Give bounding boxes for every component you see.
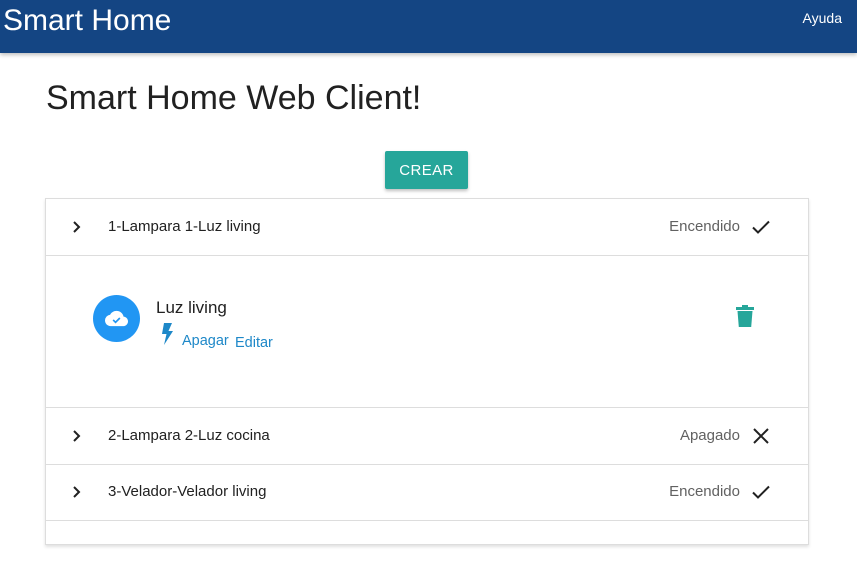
chevron-right-icon (73, 486, 81, 498)
trash-icon[interactable] (736, 305, 754, 327)
device-label: 2-Lampara 2-Luz cocina (108, 427, 270, 444)
device-name: Luz living (156, 298, 227, 317)
device-state-text: Apagado (679, 427, 740, 444)
create-button[interactable]: CREAR (385, 151, 468, 189)
device-row-header[interactable]: 1-Lampara 1-Luz living Encendido (46, 199, 808, 256)
close-icon (753, 428, 769, 444)
device-row-header[interactable]: 3-Velador-Velador living Encendido (46, 464, 808, 521)
device-label: 3-Velador-Velador living (108, 483, 267, 500)
cloud-done-icon (93, 295, 140, 342)
help-link[interactable]: Ayuda (803, 10, 842, 26)
device-state-text: Encendido (669, 483, 740, 500)
device-detail-panel: Luz living Apagar Editar (46, 256, 808, 408)
check-icon (752, 220, 770, 234)
edit-link[interactable]: Editar (235, 335, 273, 351)
device-label: 1-Lampara 1-Luz living (108, 218, 261, 235)
device-row-header[interactable]: 2-Lampara 2-Luz cocina Apagado (46, 408, 808, 465)
chevron-right-icon (73, 221, 81, 233)
device-row-header[interactable] (46, 520, 808, 576)
check-icon (752, 485, 770, 499)
page-title: Smart Home Web Client! (46, 79, 422, 117)
top-navbar: Smart Home Ayuda (0, 0, 857, 53)
turn-off-link[interactable]: Apagar (182, 333, 229, 349)
bolt-icon (162, 323, 173, 345)
device-list: 1-Lampara 1-Luz living Encendido Luz liv… (45, 198, 809, 545)
device-state-text: Encendido (669, 218, 740, 235)
brand-logo-text[interactable]: Smart Home (3, 3, 171, 39)
chevron-right-icon (73, 430, 81, 442)
